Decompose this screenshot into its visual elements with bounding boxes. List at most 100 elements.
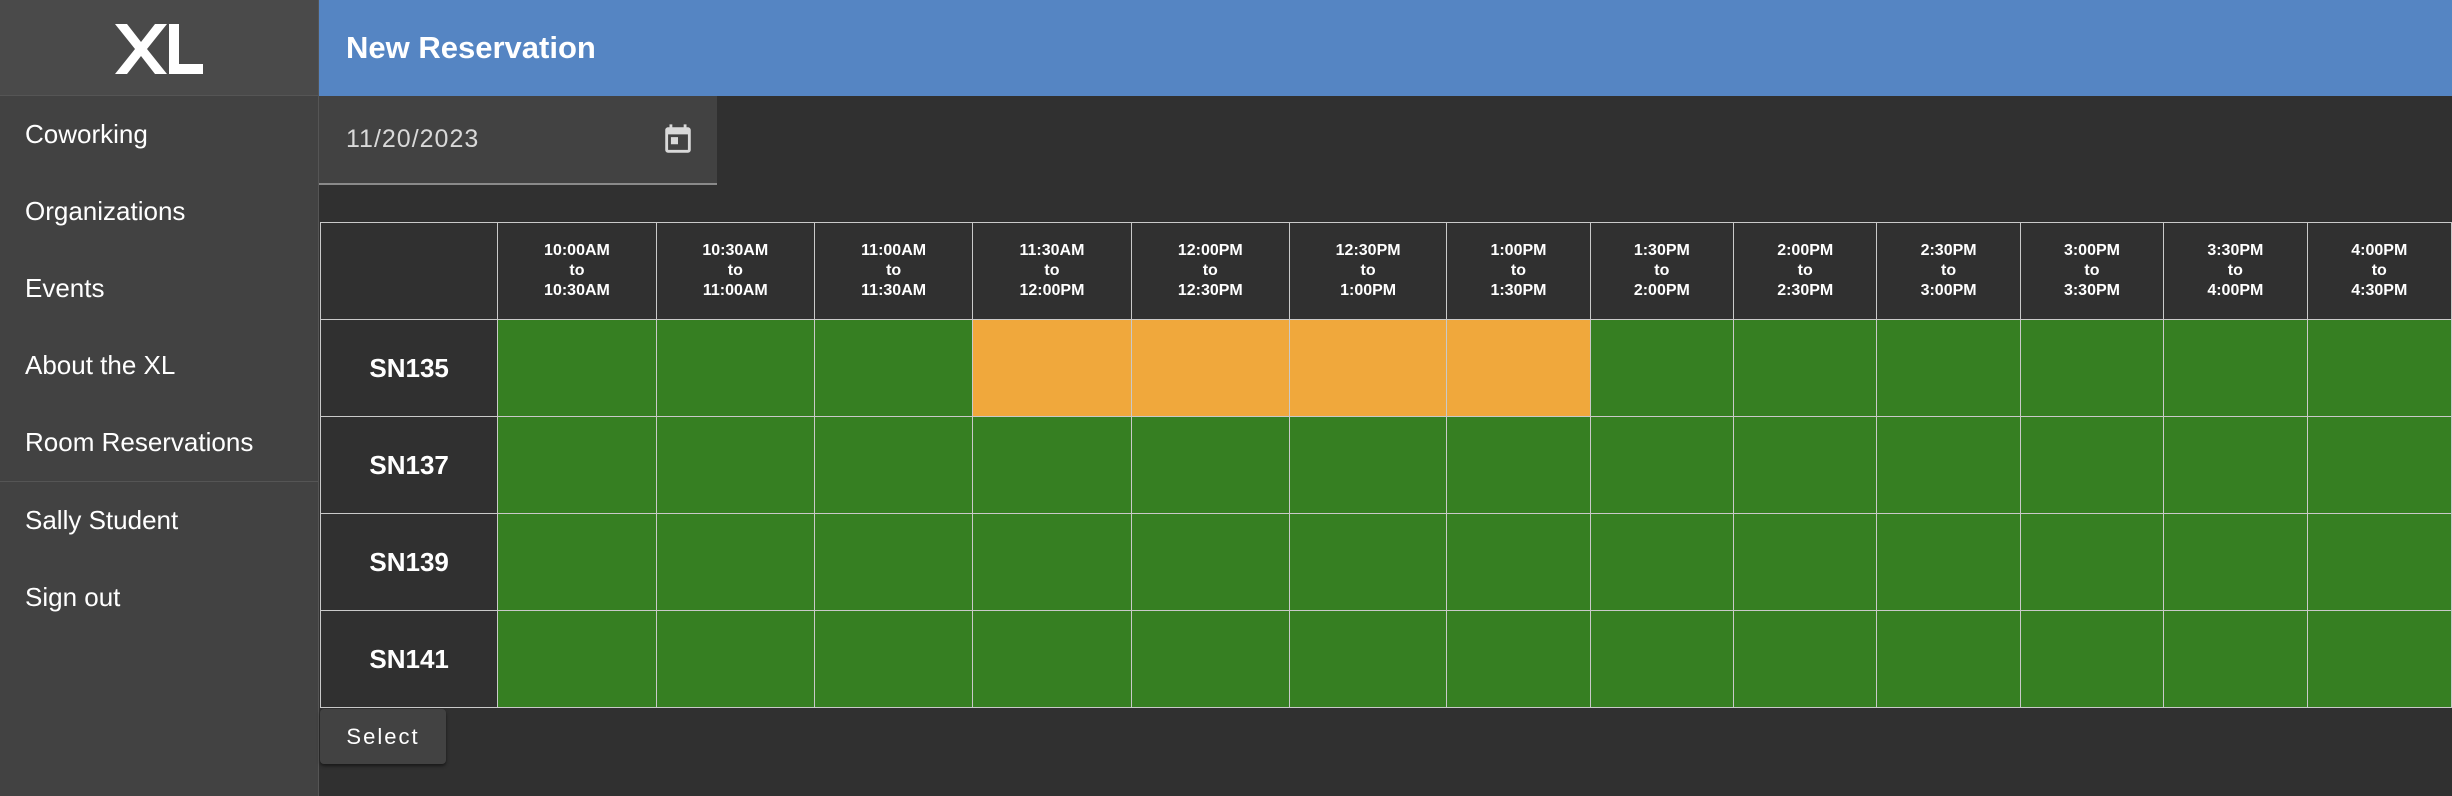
slot-cell-available[interactable]: [1876, 610, 2021, 708]
slot-cell-available[interactable]: [2019, 513, 2165, 611]
time-slot-sep: to: [2084, 262, 2100, 279]
slot-cell-reserved[interactable]: [1288, 319, 1448, 417]
slot-cell-reserved[interactable]: [1130, 319, 1290, 417]
time-slot-header: 1:30PM to 2:00PM: [1589, 222, 1735, 320]
slot-cell-available[interactable]: [813, 610, 974, 708]
slot-cell-available[interactable]: [2019, 610, 2165, 708]
slot-cell-available[interactable]: [2163, 513, 2308, 611]
sidebar-item-sign-out[interactable]: Sign out: [0, 559, 318, 636]
slot-cell-available[interactable]: [497, 513, 657, 611]
grid-header-row: 10:00AM to 10:30AM 10:30AM to 11:00AM 11:00AM t…: [319, 222, 2452, 320]
time-slot-header: 12:00PM to 12:30PM: [1130, 222, 1290, 320]
time-slot-end: 4:30PM: [2351, 282, 2408, 299]
slot-cell-available[interactable]: [497, 319, 657, 417]
slot-cell-available[interactable]: [2163, 416, 2308, 514]
slot-cell-available[interactable]: [1589, 416, 1735, 514]
xl-logo-icon: [115, 23, 203, 74]
slot-cell-available[interactable]: [497, 416, 657, 514]
slot-cell-reserved[interactable]: [1446, 319, 1591, 417]
calendar-icon[interactable]: [661, 123, 695, 157]
slot-cell-available[interactable]: [1130, 513, 1290, 611]
slot-cell-available[interactable]: [1288, 513, 1448, 611]
slot-cell-available[interactable]: [497, 610, 657, 708]
slot-cell-available[interactable]: [2306, 416, 2452, 514]
time-slot-end: 3:00PM: [1920, 282, 1977, 299]
sidebar-item-about-the-xl[interactable]: About the XL: [0, 327, 318, 404]
slot-cell-available[interactable]: [1446, 513, 1591, 611]
slot-cell-available[interactable]: [1130, 610, 1290, 708]
page-title: New Reservation: [346, 30, 596, 65]
time-slot-end: 2:00PM: [1633, 282, 1690, 299]
slot-cell-available[interactable]: [1733, 610, 1878, 708]
slot-cell-available[interactable]: [1288, 416, 1448, 514]
time-slot-start: 1:30PM: [1633, 242, 1690, 259]
slot-cell-available[interactable]: [2306, 610, 2452, 708]
time-slot-header: 3:00PM to 3:30PM: [2019, 222, 2165, 320]
slot-cell-available[interactable]: [1876, 319, 2021, 417]
date-field[interactable]: [319, 96, 717, 185]
date-input[interactable]: [346, 125, 646, 154]
slot-cell-available[interactable]: [1589, 513, 1735, 611]
sidebar-item-events[interactable]: Events: [0, 250, 318, 327]
slot-cell-available[interactable]: [655, 610, 815, 708]
slot-cell-available[interactable]: [1130, 416, 1290, 514]
slot-cell-available[interactable]: [813, 319, 974, 417]
time-slot-start: 2:30PM: [1920, 242, 1977, 259]
time-slot-sep: to: [1941, 262, 1957, 279]
slot-cell-available[interactable]: [1589, 610, 1735, 708]
slot-cell-available[interactable]: [972, 416, 1132, 514]
time-slot-start: 11:00AM: [861, 242, 927, 259]
time-slot-start: 3:30PM: [2207, 242, 2264, 259]
room-row: SN135: [319, 319, 2452, 417]
time-slot-start: 3:00PM: [2063, 242, 2120, 259]
top-bar: New Reservation: [319, 0, 2452, 96]
slot-cell-available[interactable]: [2306, 513, 2452, 611]
slot-cell-available[interactable]: [1446, 610, 1591, 708]
slot-cell-available[interactable]: [972, 610, 1132, 708]
time-slot-sep: to: [1360, 262, 1376, 279]
sidebar-item-sally-student[interactable]: Sally Student: [0, 482, 318, 559]
select-button[interactable]: Select: [320, 709, 446, 764]
slot-cell-available[interactable]: [1876, 416, 2021, 514]
slot-cell-available[interactable]: [972, 513, 1132, 611]
time-slot-header: 11:00AM to 11:30AM: [813, 222, 974, 320]
slot-cell-available[interactable]: [2019, 416, 2165, 514]
slot-cell-available[interactable]: [1733, 513, 1878, 611]
slot-cell-available[interactable]: [655, 416, 815, 514]
slot-cell-available[interactable]: [1288, 610, 1448, 708]
time-slot-end: 12:30PM: [1177, 282, 1243, 299]
sidebar-item-coworking[interactable]: Coworking: [0, 96, 318, 173]
slot-cell-available[interactable]: [1589, 319, 1735, 417]
reservation-grid: 10:00AM to 10:30AM 10:30AM to 11:00AM 11:00AM t…: [319, 222, 2452, 708]
sidebar-item-room-reservations[interactable]: Room Reservations: [0, 404, 318, 481]
time-slot-start: 12:30PM: [1335, 242, 1401, 259]
slot-cell-available[interactable]: [1446, 416, 1591, 514]
slot-cell-available[interactable]: [1876, 513, 2021, 611]
slot-cell-available[interactable]: [2306, 319, 2452, 417]
time-slot-start: 1:00PM: [1490, 242, 1547, 259]
slot-cell-available[interactable]: [655, 319, 815, 417]
sidebar-item-organizations[interactable]: Organizations: [0, 173, 318, 250]
slot-cell-reserved[interactable]: [972, 319, 1132, 417]
time-slot-end: 12:00PM: [1019, 282, 1085, 299]
slot-cell-available[interactable]: [2163, 610, 2308, 708]
slot-cell-available[interactable]: [813, 416, 974, 514]
time-slot-start: 11:30AM: [1019, 242, 1085, 259]
time-slot-sep: to: [1044, 262, 1060, 279]
time-slot-header: 4:00PM to 4:30PM: [2306, 222, 2452, 320]
slot-cell-available[interactable]: [1733, 319, 1878, 417]
slot-cell-available[interactable]: [655, 513, 815, 611]
time-slot-end: 4:00PM: [2207, 282, 2264, 299]
logo[interactable]: [0, 0, 318, 96]
time-slot-end: 2:30PM: [1777, 282, 1834, 299]
time-slot-end: 10:30AM: [544, 282, 610, 299]
slot-cell-available[interactable]: [1733, 416, 1878, 514]
slot-cell-available[interactable]: [2019, 319, 2165, 417]
time-slot-sep: to: [886, 262, 902, 279]
slot-cell-available[interactable]: [813, 513, 974, 611]
time-slot-start: 12:00PM: [1177, 242, 1243, 259]
slot-cell-available[interactable]: [2163, 319, 2308, 417]
time-slot-end: 11:00AM: [702, 282, 768, 299]
time-slot-sep: to: [1654, 262, 1670, 279]
time-slot-header: 12:30PM to 1:00PM: [1288, 222, 1448, 320]
